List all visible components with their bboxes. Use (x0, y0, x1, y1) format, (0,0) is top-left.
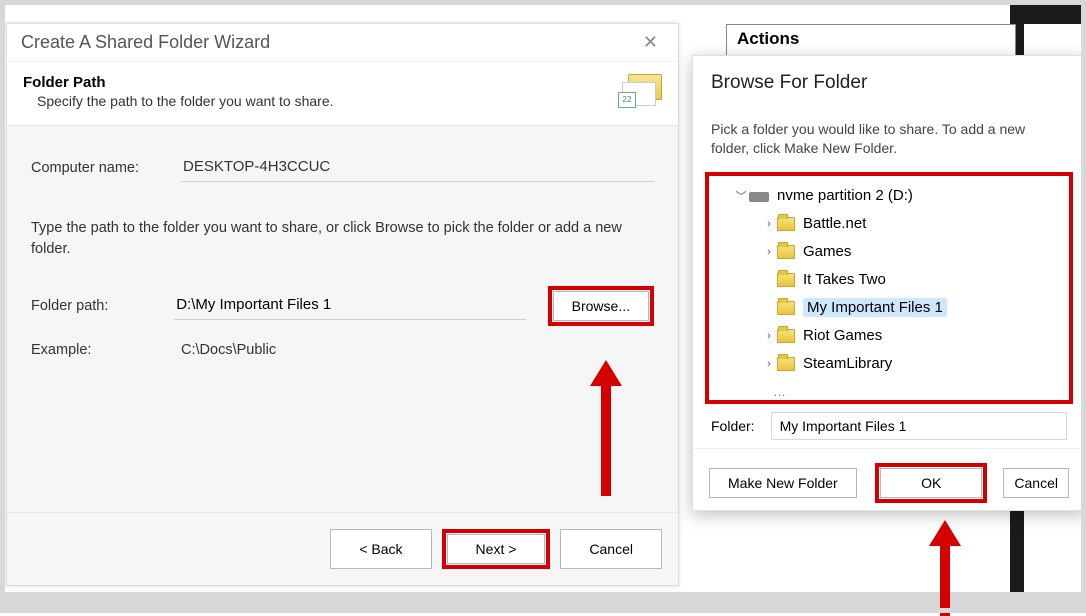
folder-icon (777, 357, 795, 371)
folder-tree[interactable]: ﹀ nvme partition 2 (D:) › Battle.net › G… (711, 182, 1067, 404)
computer-name-row: Computer name: DESKTOP-4H3CCUC (31, 154, 654, 182)
wizard-title: Create A Shared Folder Wizard (21, 32, 637, 53)
tree-item-label: It Takes Two (803, 271, 886, 288)
ok-highlight: OK (875, 463, 987, 503)
example-value: C:\Docs\Public (181, 342, 276, 358)
folder-icon (777, 245, 795, 259)
actions-panel-header: Actions (726, 24, 1016, 58)
chevron-right-icon[interactable]: › (761, 218, 777, 230)
tree-item-games[interactable]: › Games (711, 238, 1067, 266)
wizard-step-title: Folder Path (23, 74, 622, 91)
browse-highlight: Browse... (548, 286, 654, 326)
chevron-right-icon[interactable]: › (761, 330, 777, 342)
browse-folder-row: Folder: (693, 408, 1085, 448)
wizard-footer: < Back Next > Cancel (7, 512, 678, 585)
tree-item-label: Games (803, 243, 851, 260)
folder-icon (777, 329, 795, 343)
browse-button[interactable]: Browse... (553, 291, 649, 321)
wizard-step-subtitle: Specify the path to the folder you want … (37, 93, 622, 109)
shared-folder-icon: 22 (622, 74, 662, 106)
tree-item-myimportantfiles[interactable]: My Important Files 1 (711, 294, 1067, 322)
folder-path-input[interactable] (174, 292, 525, 320)
computer-name-value: DESKTOP-4H3CCUC (181, 154, 654, 182)
wizard-header: Folder Path Specify the path to the fold… (7, 62, 678, 126)
back-button[interactable]: < Back (330, 529, 431, 569)
example-label: Example: (31, 342, 181, 358)
example-row: Example: C:\Docs\Public (31, 342, 654, 358)
annotation-arrow-browse (590, 360, 622, 496)
tree-item-truncated: … (711, 378, 1067, 404)
actions-title: Actions (737, 29, 1005, 49)
browse-folder-label: Folder: (711, 418, 755, 434)
cancel-button[interactable]: Cancel (560, 529, 662, 569)
next-highlight: Next > (442, 529, 551, 569)
tree-item-steamlibrary[interactable]: › SteamLibrary (711, 350, 1067, 378)
wizard-instruction: Type the path to the folder you want to … (31, 218, 651, 260)
background-bottom-strip (0, 592, 1086, 613)
computer-name-label: Computer name: (31, 160, 181, 176)
wizard-titlebar: Create A Shared Folder Wizard ✕ (7, 24, 678, 62)
chevron-right-icon[interactable]: › (761, 246, 777, 258)
make-new-folder-button[interactable]: Make New Folder (709, 468, 857, 498)
tree-item-label: Battle.net (803, 215, 866, 232)
folder-icon (777, 301, 795, 315)
folder-tree-highlight: ﹀ nvme partition 2 (D:) › Battle.net › G… (705, 172, 1073, 404)
wizard-body: Computer name: DESKTOP-4H3CCUC Type the … (7, 126, 678, 512)
ok-button[interactable]: OK (880, 468, 982, 498)
browse-cancel-button[interactable]: Cancel (1003, 468, 1069, 498)
tree-item-label: Riot Games (803, 327, 882, 344)
browse-dialog-instruction: Pick a folder you would like to share. T… (693, 102, 1085, 162)
browse-dialog-title: Browse For Folder (693, 56, 1085, 102)
tree-item-label-selected: My Important Files 1 (803, 298, 947, 317)
folder-path-label: Folder path: (31, 298, 174, 314)
wizard-header-text: Folder Path Specify the path to the fold… (23, 74, 622, 109)
shared-folder-wizard-dialog: Create A Shared Folder Wizard ✕ Folder P… (6, 23, 679, 586)
browse-dialog-footer: Make New Folder OK Cancel (693, 448, 1085, 503)
folder-path-row: Folder path: Browse... (31, 286, 654, 326)
tree-item-battlenet[interactable]: › Battle.net (711, 210, 1067, 238)
browse-folder-input[interactable] (771, 412, 1067, 440)
annotation-arrow-ok (929, 520, 961, 616)
folder-icon (777, 273, 795, 287)
tree-item-riotgames[interactable]: › Riot Games (711, 322, 1067, 350)
folder-icon (777, 217, 795, 231)
drive-icon (749, 192, 769, 202)
next-button[interactable]: Next > (447, 534, 546, 564)
tree-item-label: SteamLibrary (803, 355, 892, 372)
tree-item-ittakestwo[interactable]: It Takes Two (711, 266, 1067, 294)
tree-drive-label: nvme partition 2 (D:) (777, 187, 913, 204)
tree-drive-row[interactable]: ﹀ nvme partition 2 (D:) (711, 182, 1067, 210)
browse-for-folder-dialog: Browse For Folder Pick a folder you woul… (692, 55, 1086, 511)
chevron-right-icon[interactable]: › (761, 358, 777, 370)
chevron-down-icon[interactable]: ﹀ (733, 188, 749, 204)
close-icon[interactable]: ✕ (637, 32, 664, 53)
